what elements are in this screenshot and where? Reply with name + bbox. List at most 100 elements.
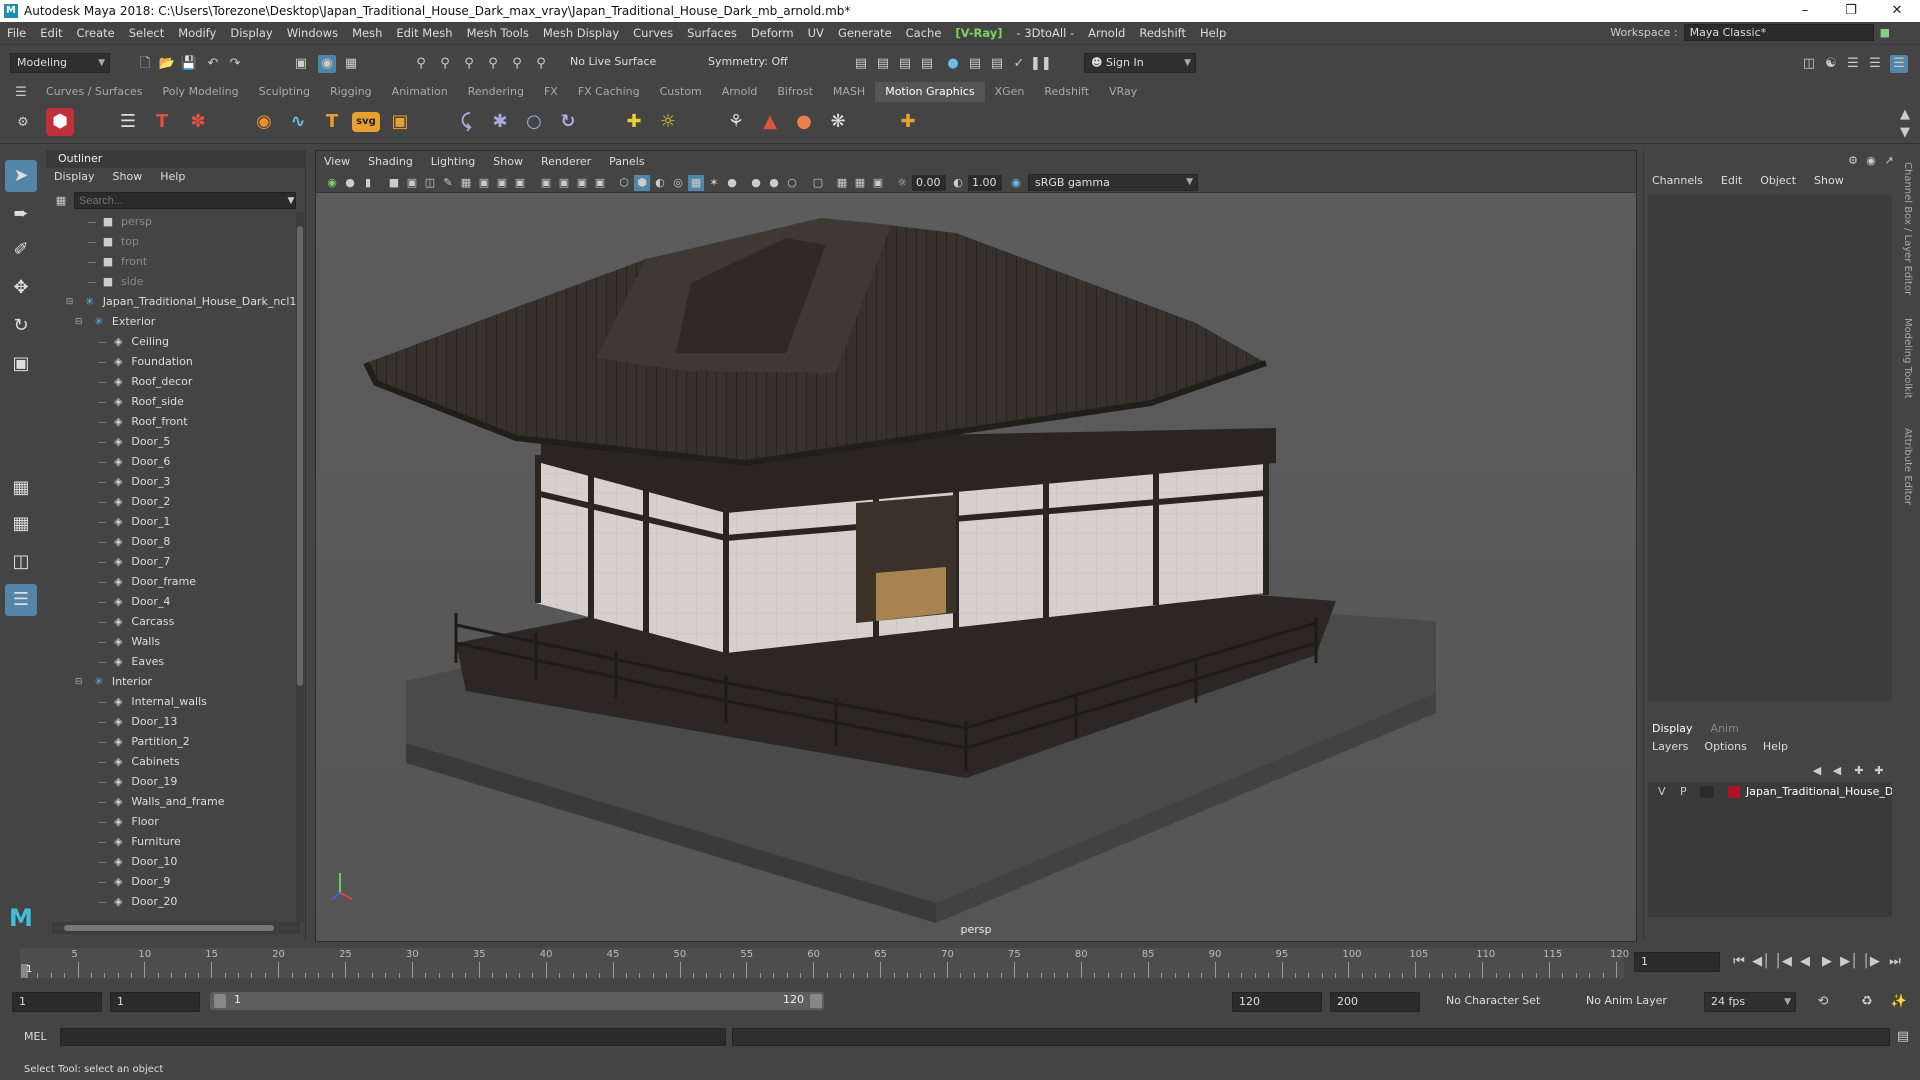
single-perspective-layout-icon[interactable]: ▦ bbox=[5, 472, 37, 504]
layer-playback-toggle[interactable]: P bbox=[1680, 782, 1687, 802]
mash-list-icon[interactable]: ☰ bbox=[114, 108, 142, 136]
exposure-field[interactable]: 0.00 bbox=[912, 175, 946, 191]
layer-menu-help[interactable]: Help bbox=[1763, 740, 1788, 753]
current-frame-field[interactable]: 1 bbox=[1634, 952, 1720, 972]
backface-culling-icon[interactable]: ▣ bbox=[870, 175, 886, 191]
render-view-icon[interactable]: ▤ bbox=[966, 55, 984, 73]
tab-fx-caching[interactable]: FX Caching bbox=[568, 82, 650, 102]
textured-icon[interactable]: ◐ bbox=[652, 175, 668, 191]
film-gate-icon[interactable]: ▣ bbox=[476, 175, 492, 191]
menu-vray[interactable]: [V-Ray] bbox=[948, 26, 1009, 40]
outliner-camera-item[interactable]: ■ side bbox=[88, 272, 144, 292]
new-layer-icon[interactable]: ✚ bbox=[1850, 762, 1868, 780]
resolution-gate-icon[interactable]: ▣ bbox=[494, 175, 510, 191]
exposure-icon[interactable]: ☼ bbox=[894, 175, 910, 191]
layer-row[interactable]: V P Japan_Traditional_House_Dark bbox=[1648, 782, 1892, 802]
svg-tool-icon[interactable]: svg bbox=[352, 112, 380, 132]
tab-poly-modeling[interactable]: Poly Modeling bbox=[153, 82, 249, 102]
anti-aliasing-icon[interactable]: ● bbox=[748, 175, 764, 191]
snap-surface-icon[interactable]: ⚲ bbox=[508, 55, 526, 73]
render-settings-icon[interactable]: ▤ bbox=[918, 55, 936, 73]
attribute-toggle-icon[interactable]: ◉ bbox=[1862, 152, 1880, 170]
paint-select-tool-icon[interactable]: ✐ bbox=[5, 234, 37, 266]
scrollbar-thumb[interactable] bbox=[64, 925, 274, 931]
outliner-root-group[interactable]: ⊟ ✳ Japan_Traditional_House_Dark_ncl1_1 bbox=[66, 292, 298, 312]
outliner-menu-display[interactable]: Display bbox=[54, 170, 95, 183]
menu-deform[interactable]: Deform bbox=[744, 26, 801, 40]
viewport-menu-shading[interactable]: Shading bbox=[368, 151, 413, 173]
rotate-shape-icon[interactable]: ↻ bbox=[554, 108, 582, 136]
select-object-icon[interactable]: ◉ bbox=[318, 55, 336, 73]
layer-type-toggle[interactable] bbox=[1700, 786, 1714, 798]
locator-icon[interactable]: ✚ bbox=[894, 108, 922, 136]
menu-edit[interactable]: Edit bbox=[33, 26, 69, 40]
menu-3dtoall[interactable]: - 3DtoAll - bbox=[1010, 26, 1082, 40]
command-input[interactable] bbox=[60, 1028, 726, 1046]
menu-cache[interactable]: Cache bbox=[899, 26, 949, 40]
ipr-toggle-icon[interactable]: ✓ bbox=[1010, 55, 1028, 73]
outliner-mesh-item[interactable]: ◈ Door_1 bbox=[98, 512, 170, 532]
cube-primitive-icon[interactable]: ▣ bbox=[386, 108, 414, 136]
menu-redshift[interactable]: Redshift bbox=[1132, 26, 1193, 40]
tab-display-layers[interactable]: Display bbox=[1652, 722, 1693, 735]
outliner-group-interior[interactable]: ⊟ ✳ Interior bbox=[75, 672, 152, 692]
range-end-handle[interactable] bbox=[810, 994, 822, 1008]
outliner-group-exterior[interactable]: ⊟ ✳ Exterior bbox=[75, 312, 155, 332]
dynamics-icon[interactable]: ⚘ bbox=[722, 108, 750, 136]
deformer-icon[interactable]: ⤹ bbox=[452, 108, 480, 136]
vray-render-icon[interactable]: ▤ bbox=[988, 55, 1006, 73]
play-backwards-icon[interactable]: ◀ bbox=[1796, 953, 1814, 971]
grid-toggle-icon[interactable]: ▦ bbox=[458, 175, 474, 191]
gamma-icon[interactable]: ◐ bbox=[950, 175, 966, 191]
menu-modify[interactable]: Modify bbox=[171, 26, 223, 40]
lock-icon[interactable]: ■ bbox=[1880, 26, 1890, 39]
layer-color-swatch[interactable] bbox=[1728, 786, 1740, 798]
outliner-menu-show[interactable]: Show bbox=[113, 170, 143, 183]
outliner-mesh-item[interactable]: ◈ Floor bbox=[98, 812, 159, 832]
shelf-scroll-up-icon[interactable]: ▲ bbox=[1896, 106, 1914, 124]
channel-box-menu-show[interactable]: Show bbox=[1814, 174, 1844, 187]
motion-blur-icon[interactable]: ● bbox=[724, 175, 740, 191]
modeling-toolkit-icon[interactable]: ◫ bbox=[1800, 55, 1818, 73]
outliner-mesh-item[interactable]: ◈ Door_frame bbox=[98, 572, 196, 592]
outliner-mesh-item[interactable]: ◈ Foundation bbox=[98, 352, 193, 372]
smooth-shade-icon[interactable]: ▣ bbox=[556, 175, 572, 191]
workspace-dropdown[interactable]: Maya Classic* bbox=[1683, 24, 1874, 41]
menu-surfaces[interactable]: Surfaces bbox=[680, 26, 744, 40]
viewport-menu-panels[interactable]: Panels bbox=[609, 151, 644, 173]
time-slider-track[interactable]: 1 5 10 15 20 25 30 35 40 45 50 55 60 65 70 75 80 85 90 95 10… bbox=[20, 948, 1629, 978]
collide-icon[interactable]: ● bbox=[790, 108, 818, 136]
animation-end-field[interactable]: 200 bbox=[1330, 992, 1420, 1012]
depth-of-field-icon[interactable]: ● bbox=[766, 175, 782, 191]
rotate-tool-icon[interactable]: ↻ bbox=[5, 310, 37, 342]
channel-box-menu-edit[interactable]: Edit bbox=[1721, 174, 1742, 187]
expand-icon[interactable]: ↗ bbox=[1880, 152, 1898, 170]
shape-icon[interactable]: ○ bbox=[520, 108, 548, 136]
tool-settings-icon[interactable]: ☰ bbox=[1866, 55, 1884, 73]
menu-mesh[interactable]: Mesh bbox=[345, 26, 389, 40]
outliner-mesh-item[interactable]: ◈ Door_6 bbox=[98, 452, 170, 472]
camera-attributes-icon[interactable]: ■ bbox=[386, 175, 402, 191]
side-tab-attribute-editor[interactable]: Attribute Editor bbox=[1902, 428, 1913, 505]
outliner-menu-help[interactable]: Help bbox=[160, 170, 185, 183]
emitter-icon[interactable]: ❋ bbox=[824, 108, 852, 136]
viewport-menu-lighting[interactable]: Lighting bbox=[431, 151, 475, 173]
select-hierarchy-icon[interactable]: ▣ bbox=[292, 55, 310, 73]
shadows-icon[interactable]: ▦ bbox=[688, 175, 704, 191]
human-ik-icon[interactable]: ☯ bbox=[1822, 55, 1840, 73]
tab-rendering[interactable]: Rendering bbox=[458, 82, 534, 102]
live-surface-field[interactable]: No Live Surface bbox=[564, 53, 660, 73]
shelf-settings-icon[interactable]: ⚙ bbox=[14, 114, 32, 132]
move-layer-up-icon[interactable]: ◀ bbox=[1808, 762, 1826, 780]
wireframe-icon[interactable]: ▣ bbox=[538, 175, 554, 191]
restore-icon[interactable]: ❐ bbox=[1828, 0, 1874, 22]
use-all-lights-icon[interactable]: ◎ bbox=[670, 175, 686, 191]
render-sequence-icon[interactable]: ▤ bbox=[874, 55, 892, 73]
outliner-mesh-item[interactable]: ◈ Ceiling bbox=[98, 332, 169, 352]
tab-bifrost[interactable]: Bifrost bbox=[767, 82, 823, 102]
move-tool-icon[interactable]: ✥ bbox=[5, 272, 37, 304]
outliner-mesh-item[interactable]: ◈ Furniture bbox=[98, 832, 181, 852]
viewport-menu-renderer[interactable]: Renderer bbox=[541, 151, 591, 173]
outliner-mesh-item[interactable]: ◈ Door_8 bbox=[98, 532, 170, 552]
play-forwards-icon[interactable]: ▶ bbox=[1818, 953, 1836, 971]
